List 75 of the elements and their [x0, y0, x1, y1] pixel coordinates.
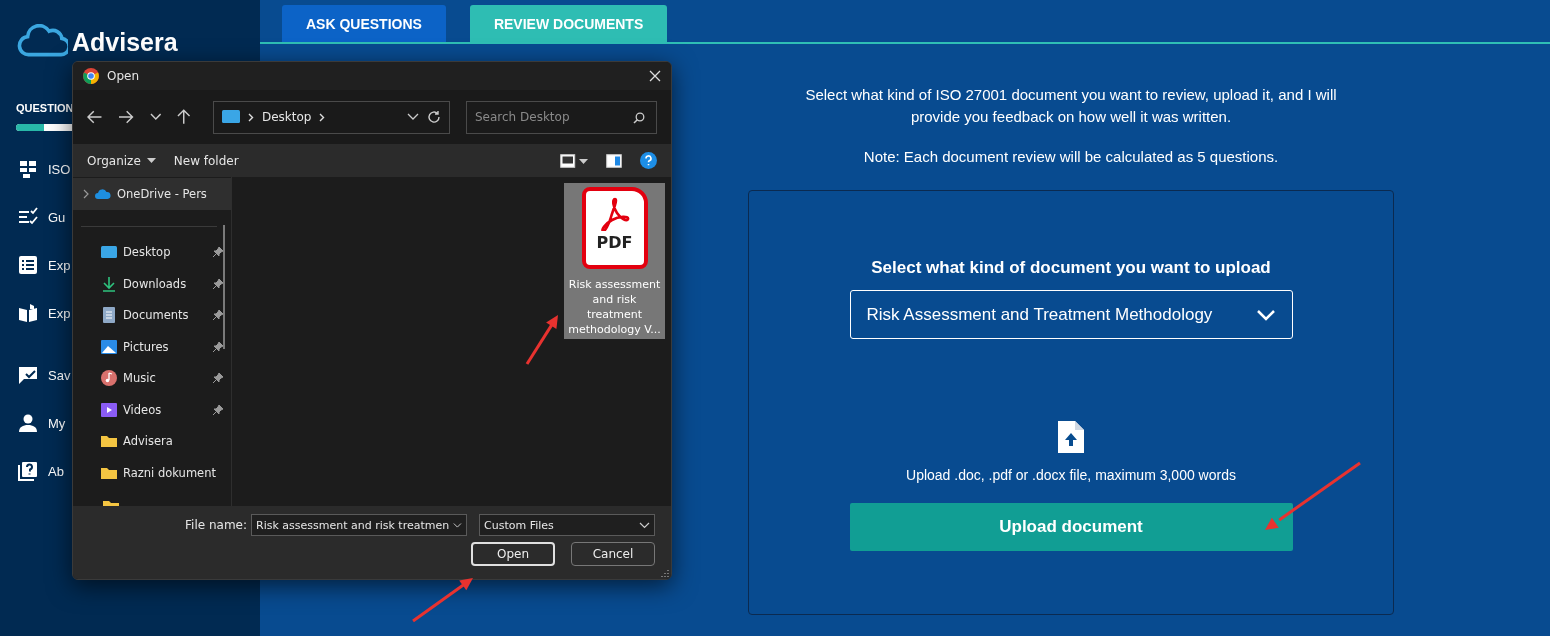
- chevron-right-icon: [247, 112, 254, 122]
- file-type-select[interactable]: Custom Files: [479, 514, 655, 536]
- nav-item[interactable]: OneDrive - Pers: [73, 178, 231, 210]
- up-arrow-icon[interactable]: [177, 109, 191, 125]
- file-name-field[interactable]: Risk assessment and risk treatmen: [251, 514, 467, 536]
- video-icon: [101, 401, 117, 418]
- nav-item[interactable]: Desktop: [73, 236, 231, 268]
- section-heading: QUESTION: [16, 102, 74, 114]
- sidebar-item[interactable]: ISO: [48, 161, 71, 177]
- preview-pane-icon[interactable]: [606, 153, 622, 168]
- caret-icon: [146, 158, 156, 163]
- annotation-arrow: [525, 315, 558, 365]
- sidebar-item[interactable]: Exp: [48, 257, 71, 273]
- chevron-right-icon[interactable]: [319, 112, 326, 122]
- nav-item[interactable]: Downloads: [73, 268, 231, 300]
- book-icon[interactable]: [18, 303, 38, 323]
- file-upload-icon: [1058, 421, 1084, 453]
- breadcrumb[interactable]: Desktop: [261, 110, 312, 124]
- desktop-icon: [221, 110, 240, 124]
- search-icon: [633, 111, 645, 124]
- folder-icon: [101, 433, 117, 450]
- back-arrow-icon[interactable]: [87, 110, 103, 124]
- logo-text: Advisera: [72, 27, 178, 57]
- file-name-label: File name:: [185, 518, 247, 532]
- resize-grip-icon[interactable]: [661, 569, 669, 577]
- search-field[interactable]: Search Desktop: [465, 100, 657, 134]
- nav-item[interactable]: Pictures: [73, 331, 231, 363]
- close-icon[interactable]: [649, 70, 661, 82]
- nav-item[interactable]: Music: [73, 362, 231, 394]
- chevron-down-icon: [639, 521, 650, 529]
- help-icon[interactable]: [18, 461, 38, 481]
- address-bar[interactable]: Desktop: [212, 100, 450, 134]
- list-icon[interactable]: [18, 255, 38, 275]
- upload-hint: Upload .doc, .pdf or .docx file, maximum 3,000 words: [906, 467, 1236, 483]
- sidebar-item[interactable]: Gu: [48, 209, 66, 225]
- help-icon[interactable]: [640, 152, 657, 169]
- chevron-right-icon: [83, 188, 89, 199]
- chat-icon[interactable]: [18, 365, 38, 385]
- new-folder-button[interactable]: New folder: [173, 153, 239, 168]
- annotation-arrow: [412, 578, 473, 623]
- tab[interactable]: ASK QUESTIONS: [282, 5, 446, 42]
- chevron-down-icon[interactable]: [406, 113, 419, 121]
- nav-item[interactable]: Documents: [73, 299, 231, 331]
- open-button[interactable]: Open: [471, 542, 555, 566]
- note-text: Note: Each document review will be calculated as 5 questions.: [863, 148, 1279, 165]
- organize-menu[interactable]: Organize: [87, 153, 156, 168]
- grid-icon[interactable]: [18, 159, 38, 179]
- sidebar-item[interactable]: Sav: [48, 367, 71, 383]
- view-icon[interactable]: [560, 153, 588, 168]
- document-icon: [101, 307, 117, 324]
- dialog-title: Open: [107, 69, 141, 83]
- card-heading: Select what kind of document you want to upload: [871, 258, 1271, 278]
- nav-item[interactable]: Razni dokument: [73, 457, 231, 489]
- nav-item[interactable]: Advisera: [73, 425, 231, 457]
- intro-text: Select what kind of ISO 27001 document you want to review, upload it, and I will provide you feedback on how well it was written.: [804, 85, 1338, 127]
- file-item[interactable]: PDF Risk assessment and risk treatment methodology V...: [564, 183, 665, 339]
- forward-arrow-icon[interactable]: [118, 110, 134, 124]
- checklist-icon[interactable]: [18, 207, 38, 227]
- cancel-button[interactable]: Cancel: [571, 542, 655, 566]
- refresh-icon[interactable]: [426, 110, 441, 124]
- browser-logo-icon: [83, 68, 99, 84]
- sidebar-item[interactable]: My: [48, 415, 66, 431]
- pdf-file-icon: PDF: [581, 187, 648, 269]
- person-icon[interactable]: [18, 413, 38, 433]
- document-type-select[interactable]: Risk Assessment and Treatment Methodology: [849, 290, 1293, 339]
- download-icon: [101, 275, 117, 292]
- music-note-icon: [101, 370, 117, 387]
- picture-icon: [101, 338, 117, 355]
- sidebar-item[interactable]: Exp: [48, 305, 71, 321]
- nav-item[interactable]: Videos: [73, 394, 231, 426]
- chevron-down-icon: [1255, 308, 1276, 321]
- desktop-icon: [101, 244, 117, 261]
- sidebar-item[interactable]: Ab: [48, 463, 64, 479]
- chevron-down-icon[interactable]: [149, 113, 162, 121]
- chevron-down-icon[interactable]: [453, 521, 462, 529]
